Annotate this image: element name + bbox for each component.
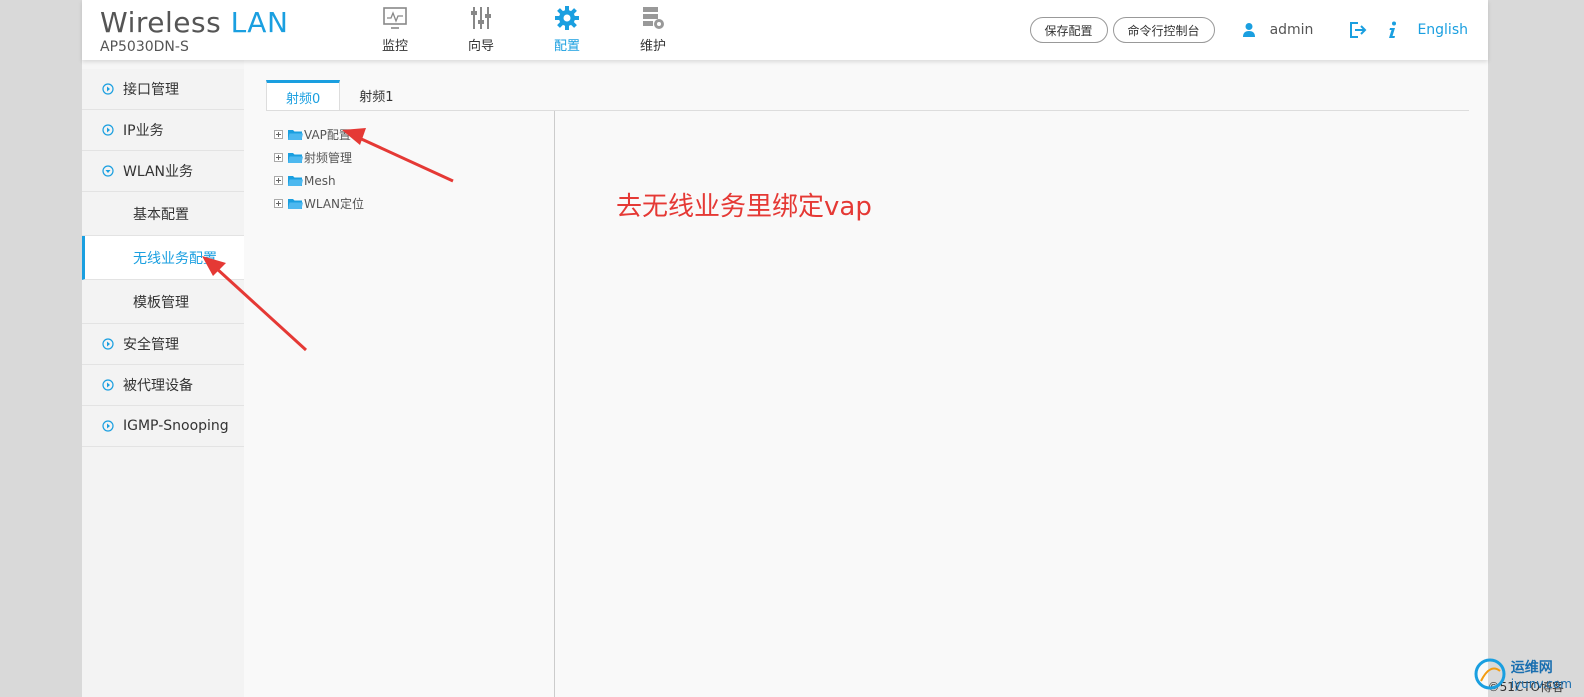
expand-circle-icon: [102, 83, 114, 95]
header-actions: 保存配置 命令行控制台 admin English: [1029, 17, 1468, 43]
watermark-brand: 运维网: [1510, 660, 1553, 676]
folder-icon: [288, 175, 303, 186]
sidebar: 接口管理 IP业务 WLAN业务 基本配置 无线业务配置 模板管理 安全管理 被…: [82, 69, 244, 697]
expand-plus-icon[interactable]: [274, 130, 283, 139]
topnav-monitor-label: 监控: [381, 39, 408, 54]
expand-plus-icon[interactable]: [274, 153, 283, 162]
server-gear-icon: [643, 7, 664, 29]
expand-circle-icon: [102, 338, 114, 350]
sidebar-item-security[interactable]: 安全管理: [82, 324, 244, 365]
sidebar-item-igmp-snooping[interactable]: IGMP-Snooping: [82, 406, 244, 447]
username: admin: [1269, 22, 1314, 38]
watermark: 运维网 iyunv.com: [1473, 657, 1572, 691]
watermark-url: iyunv.com: [1510, 677, 1572, 691]
sidebar-item-label: 被代理设备: [123, 378, 193, 394]
annotation-text: 去无线业务里绑定vap: [616, 192, 872, 222]
tab-radio-0[interactable]: 射频0: [266, 80, 341, 111]
topnav-maintain[interactable]: 维护: [610, 0, 696, 56]
main-content: 射频0 射频1 VAP配置 射频管理 Mesh WLAN定位: [244, 60, 1488, 697]
brand: Wireless LAN AP5030DN-S: [100, 6, 288, 55]
folder-icon: [288, 198, 303, 209]
sidebar-subitem-wireless-service-config[interactable]: 无线业务配置: [82, 236, 244, 280]
topnav-monitor[interactable]: 监控: [352, 0, 438, 56]
tree-node-label: VAP配置: [304, 128, 351, 142]
watermark-logo-icon: [1474, 658, 1506, 690]
watermark-text: 运维网 iyunv.com: [1511, 657, 1572, 691]
monitor-icon: [383, 7, 407, 29]
sidebar-subitem-template-management[interactable]: 模板管理: [82, 280, 244, 324]
sidebar-item-label: IGMP-Snooping: [123, 418, 229, 434]
expand-circle-icon: [102, 420, 114, 432]
save-config-button[interactable]: 保存配置: [1029, 17, 1108, 43]
top-nav: 监控 向导 配置 维护: [352, 0, 696, 56]
sidebar-item-proxied-devices[interactable]: 被代理设备: [82, 365, 244, 406]
sidebar-subitem-basic-config[interactable]: 基本配置: [82, 192, 244, 236]
info-icon[interactable]: [1385, 21, 1399, 39]
tree-node-mesh[interactable]: Mesh: [274, 169, 364, 192]
logout-icon[interactable]: [1349, 21, 1367, 39]
tree-node-vap-config[interactable]: VAP配置: [274, 123, 364, 146]
panel-divider: [554, 111, 555, 697]
cli-console-button[interactable]: 命令行控制台: [1112, 17, 1215, 43]
topnav-maintain-label: 维护: [639, 39, 666, 54]
folder-icon: [288, 152, 303, 163]
tree-node-label: 射频管理: [304, 151, 353, 165]
collapse-circle-icon: [102, 165, 114, 177]
brand-title: Wireless LAN: [100, 6, 288, 40]
topnav-config-label: 配置: [553, 39, 580, 54]
topnav-wizard[interactable]: 向导: [438, 0, 524, 56]
device-model: AP5030DN-S: [100, 39, 189, 55]
sidebar-item-interface[interactable]: 接口管理: [82, 69, 244, 110]
expand-circle-icon: [102, 379, 114, 391]
brand-title-lan: LAN: [230, 6, 289, 39]
top-header: Wireless LAN AP5030DN-S 监控 向导 配置 维护 保存配置…: [82, 0, 1488, 60]
tree-node-radio-management[interactable]: 射频管理: [274, 146, 364, 169]
tree-node-label: WLAN定位: [304, 197, 365, 211]
expand-plus-icon[interactable]: [274, 199, 283, 208]
tree-node-label: Mesh: [304, 173, 336, 188]
sidebar-item-wlan[interactable]: WLAN业务: [82, 151, 244, 192]
radio-tabs: 射频0 射频1: [266, 80, 413, 111]
config-tree: VAP配置 射频管理 Mesh WLAN定位: [274, 123, 364, 215]
sidebar-item-ip[interactable]: IP业务: [82, 110, 244, 151]
expand-circle-icon: [102, 124, 114, 136]
expand-plus-icon[interactable]: [274, 176, 283, 185]
topnav-wizard-label: 向导: [467, 39, 494, 54]
language-switch[interactable]: English: [1417, 22, 1468, 38]
sidebar-item-label: WLAN业务: [123, 164, 194, 180]
tree-node-wlan-location[interactable]: WLAN定位: [274, 192, 364, 215]
sidebar-item-label: 接口管理: [123, 82, 179, 98]
gear-icon: [555, 6, 579, 30]
topnav-config[interactable]: 配置: [524, 0, 610, 56]
sidebar-item-label: 安全管理: [123, 337, 179, 353]
tabs-divider: [266, 110, 1469, 111]
tab-radio-1[interactable]: 射频1: [340, 80, 412, 111]
user-icon: [1242, 23, 1255, 37]
brand-title-wireless: Wireless: [100, 6, 222, 39]
folder-icon: [288, 129, 303, 140]
sidebar-item-label: IP业务: [123, 123, 164, 139]
sliders-icon: [471, 7, 491, 29]
